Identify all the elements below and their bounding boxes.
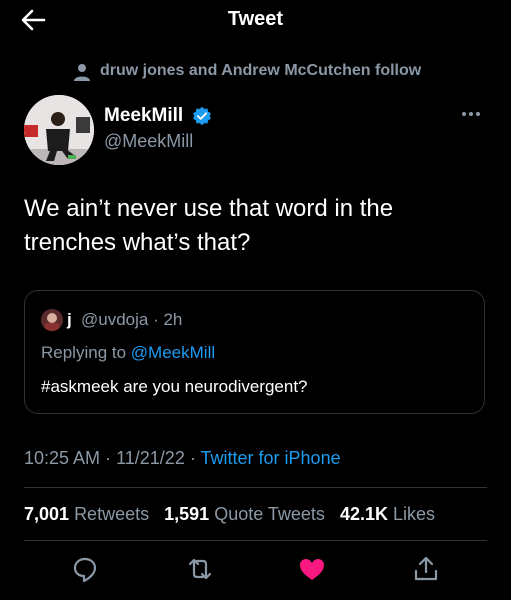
divider-2 <box>24 540 487 541</box>
verified-badge-icon <box>193 106 211 126</box>
quoted-author-avatar <box>41 309 63 331</box>
share-icon[interactable] <box>411 554 441 584</box>
retweets-label: Retweets <box>74 504 150 524</box>
replying-to-handle-link[interactable]: @MeekMill <box>131 343 215 362</box>
tweet-text: We ain’t never use that word in the tren… <box>24 195 394 256</box>
quoted-author-name: j <box>67 310 72 329</box>
quote-tweets-count: 1,591 <box>164 504 210 524</box>
top-bar: Tweet <box>0 0 511 40</box>
reply-icon[interactable] <box>70 554 100 584</box>
retweets-count: 7,001 <box>24 504 70 524</box>
social-context-text[interactable]: druw jones and Andrew McCutchen follow <box>100 62 421 80</box>
more-options-icon[interactable] <box>459 106 483 122</box>
tweet-source-link[interactable]: Twitter for iPhone <box>201 448 341 468</box>
replying-to-label: Replying to <box>41 343 127 362</box>
tweet-meta: 10:25 AM · 11/21/22 · Twitter for iPhone <box>24 448 341 469</box>
like-icon[interactable] <box>297 554 327 584</box>
retweet-icon[interactable] <box>185 554 215 584</box>
meta-separator-2: · <box>189 448 196 468</box>
quoted-tweet[interactable]: j @uvdoja · 2h Replying to @MeekMill #as… <box>24 290 485 414</box>
divider <box>24 487 487 488</box>
quoted-tweet-text: #askmeek are you neurodivergent? <box>41 377 308 396</box>
author-handle[interactable]: @MeekMill <box>104 131 193 152</box>
quoted-author-handle: @uvdoja · 2h <box>81 310 183 329</box>
author-name[interactable]: MeekMill <box>104 105 183 127</box>
likes-stat[interactable]: 42.1K Likes <box>340 504 435 524</box>
tweet-time: 10:25 AM <box>24 448 101 468</box>
retweets-stat[interactable]: 7,001 Retweets <box>24 504 149 524</box>
meta-separator: · <box>105 448 112 468</box>
avatar-photo <box>24 95 94 165</box>
person-icon <box>74 64 90 81</box>
tweet-date: 11/21/22 <box>116 448 185 468</box>
action-bar <box>0 554 511 584</box>
replying-to: Replying to @MeekMill <box>41 343 215 363</box>
author-avatar[interactable] <box>24 95 94 165</box>
likes-label: Likes <box>393 504 436 524</box>
tweet-stats: 7,001 Retweets 1,591 Quote Tweets 42.1K … <box>24 504 445 525</box>
quote-tweets-label: Quote Tweets <box>214 504 325 524</box>
likes-count: 42.1K <box>339 504 388 524</box>
quote-tweets-stat[interactable]: 1,591 Quote Tweets <box>164 504 325 524</box>
page-title: Tweet <box>227 8 284 30</box>
